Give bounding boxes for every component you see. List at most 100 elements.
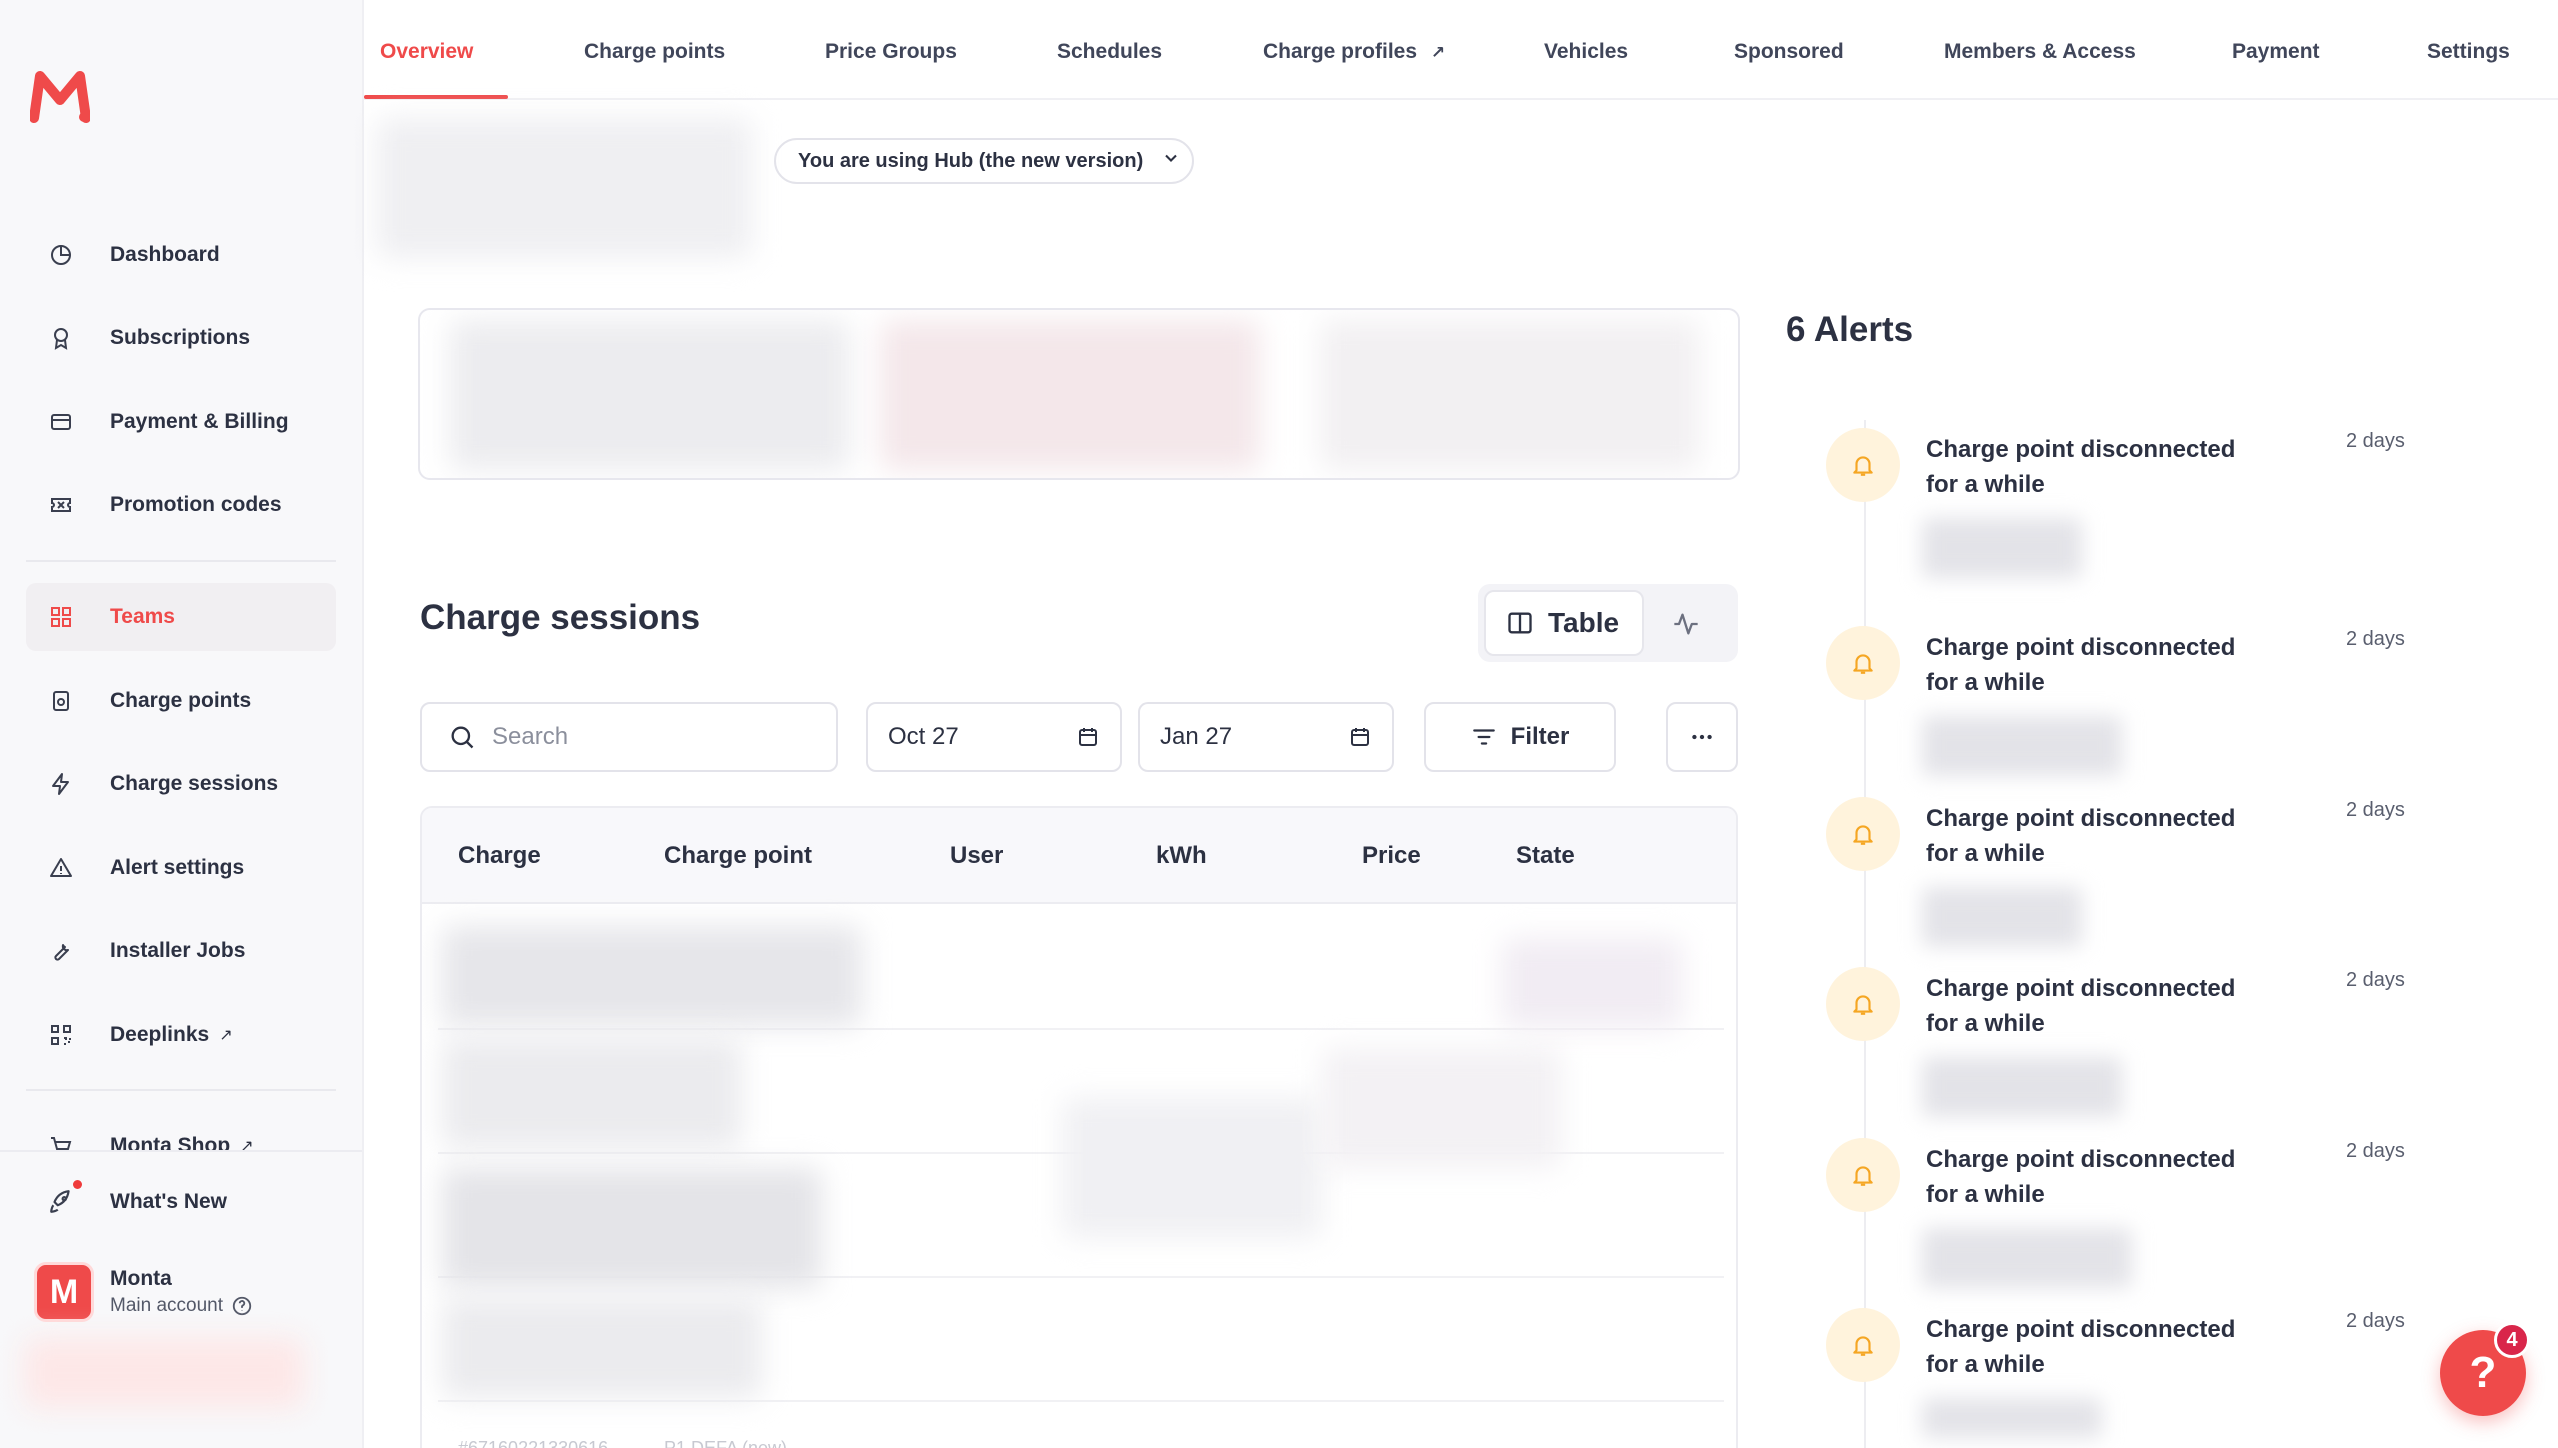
charge-sessions-title: Charge sessions	[420, 598, 701, 637]
tab-charge-profiles[interactable]: Charge profiles ↗	[1263, 40, 1445, 64]
whats-new-button[interactable]: What's New	[26, 1168, 336, 1236]
sidebar-item-deeplinks[interactable]: Deeplinks ↗	[26, 1001, 336, 1069]
blurred-table-cell	[1062, 1098, 1322, 1238]
sidebar-item-alert-settings[interactable]: Alert settings	[26, 834, 336, 902]
column-header-charge[interactable]: Charge	[458, 842, 541, 870]
external-link-icon: ↗	[1430, 43, 1446, 62]
tab-price-groups[interactable]: Price Groups	[825, 40, 957, 64]
column-header-kwh[interactable]: kWh	[1156, 842, 1207, 870]
date-from-picker[interactable]: Oct 27	[866, 702, 1122, 772]
version-selector[interactable]: You are using Hub (the new version)	[774, 138, 1194, 184]
date-to-picker[interactable]: Jan 27	[1138, 702, 1394, 772]
row-divider	[438, 1028, 1724, 1030]
sidebar-item-installer-jobs[interactable]: Installer Jobs	[26, 917, 336, 985]
help-circle-icon[interactable]	[231, 1295, 253, 1317]
blurred-alert-detail	[1922, 1398, 2102, 1438]
monta-logo[interactable]	[29, 68, 91, 124]
filter-icon	[1471, 724, 1497, 750]
search-box[interactable]	[420, 702, 838, 772]
stats-card	[418, 308, 1740, 480]
sidebar-item-label: Installer Jobs	[110, 939, 246, 962]
tab-members-access[interactable]: Members & Access	[1944, 40, 2136, 64]
row-divider	[438, 1400, 1724, 1402]
table-view-button[interactable]: Table	[1484, 590, 1644, 656]
pie-chart-icon	[46, 240, 76, 270]
bell-icon	[1826, 967, 1900, 1041]
tab-settings[interactable]: Settings	[2427, 40, 2510, 64]
column-header-user[interactable]: User	[950, 842, 1003, 870]
sidebar-item-label: Deeplinks	[110, 1023, 210, 1046]
alert-time: 2 days	[2346, 799, 2405, 821]
sidebar-item-payment-billing[interactable]: Payment & Billing	[26, 388, 336, 456]
table-header: Charge Charge point User kWh Price State	[422, 808, 1736, 904]
sidebar-item-teams[interactable]: Teams	[26, 583, 336, 651]
alert-time: 2 days	[2346, 1140, 2405, 1162]
search-input[interactable]	[492, 723, 792, 751]
tab-charge-points[interactable]: Charge points	[584, 40, 725, 64]
alert-time: 2 days	[2346, 1310, 2405, 1332]
tab-vehicles[interactable]: Vehicles	[1544, 40, 1628, 64]
alert-triangle-icon	[46, 853, 76, 883]
blurred-alert-detail	[1922, 716, 2122, 776]
blurred-table-row	[442, 926, 862, 1026]
blurred-table-cell	[1502, 938, 1682, 1028]
sidebar-item-label: Charge points	[110, 689, 252, 712]
top-tab-bar: Overview Charge points Price Groups Sche…	[364, 0, 2558, 100]
credit-card-icon	[46, 407, 76, 437]
calendar-icon	[1348, 725, 1372, 749]
tab-schedules[interactable]: Schedules	[1057, 40, 1162, 64]
alert-time: 2 days	[2346, 430, 2405, 452]
alert-time: 2 days	[2346, 628, 2405, 650]
lightning-icon	[46, 769, 76, 799]
view-toggle: Table	[1478, 584, 1738, 662]
tab-label: Charge profiles	[1263, 40, 1418, 63]
sidebar-item-subscriptions[interactable]: Subscriptions	[26, 304, 336, 372]
avatar: M	[34, 1262, 94, 1322]
date-to-value: Jan 27	[1160, 723, 1233, 750]
notification-dot	[73, 1180, 82, 1189]
award-icon	[46, 323, 76, 353]
filter-button[interactable]: Filter	[1424, 702, 1616, 772]
tab-payment[interactable]: Payment	[2232, 40, 2320, 64]
account-switcher[interactable]: M Monta Main account	[34, 1262, 253, 1322]
version-label: You are using Hub (the new version)	[798, 149, 1144, 172]
account-type: Main account	[110, 1295, 224, 1316]
more-horizontal-icon	[1689, 724, 1715, 750]
chevron-down-icon	[1161, 148, 1181, 174]
blurred-table-row	[442, 1038, 742, 1148]
blurred-alert-detail	[1922, 518, 2082, 578]
column-header-price[interactable]: Price	[1362, 842, 1421, 870]
bell-icon	[1826, 626, 1900, 700]
blurred-team-header	[376, 118, 752, 258]
search-icon	[448, 723, 476, 751]
tab-sponsored[interactable]: Sponsored	[1734, 40, 1844, 64]
wrench-icon	[46, 936, 76, 966]
column-header-charge-point[interactable]: Charge point	[664, 842, 812, 870]
sidebar-item-promotion-codes[interactable]: Promotion codes	[26, 471, 336, 539]
blurred-table-row	[442, 1168, 822, 1288]
calendar-icon	[1076, 725, 1100, 749]
sidebar-item-charge-sessions[interactable]: Charge sessions	[26, 750, 336, 818]
sidebar-divider	[26, 560, 336, 562]
blurred-alert-detail	[1922, 1057, 2122, 1117]
tab-overview[interactable]: Overview	[380, 40, 473, 64]
alert-text: Charge point disconnected for a while	[1926, 975, 2236, 1037]
whats-new-label: What's New	[110, 1190, 228, 1213]
table-view-label: Table	[1548, 607, 1620, 638]
grid-icon	[46, 602, 76, 632]
more-options-button[interactable]	[1666, 702, 1738, 772]
alerts-timeline	[1864, 420, 1866, 1448]
qr-code-icon	[46, 1020, 76, 1050]
alert-text: Charge point disconnected for a while	[1926, 805, 2236, 867]
chart-view-button[interactable]	[1668, 606, 1704, 642]
alert-time: 2 days	[2346, 969, 2405, 991]
column-header-state[interactable]: State	[1516, 842, 1575, 870]
ticket-icon	[46, 490, 76, 520]
sidebar-item-charge-points[interactable]: Charge points	[26, 667, 336, 735]
alert-text: Charge point disconnected for a while	[1926, 436, 2236, 498]
sidebar-item-dashboard[interactable]: Dashboard	[26, 221, 336, 289]
sidebar-item-label: Subscriptions	[110, 326, 251, 349]
alert-text: Charge point disconnected for a while	[1926, 634, 2236, 696]
sidebar-item-label: Dashboard	[110, 243, 220, 266]
sidebar-item-label: Payment & Billing	[110, 410, 289, 433]
